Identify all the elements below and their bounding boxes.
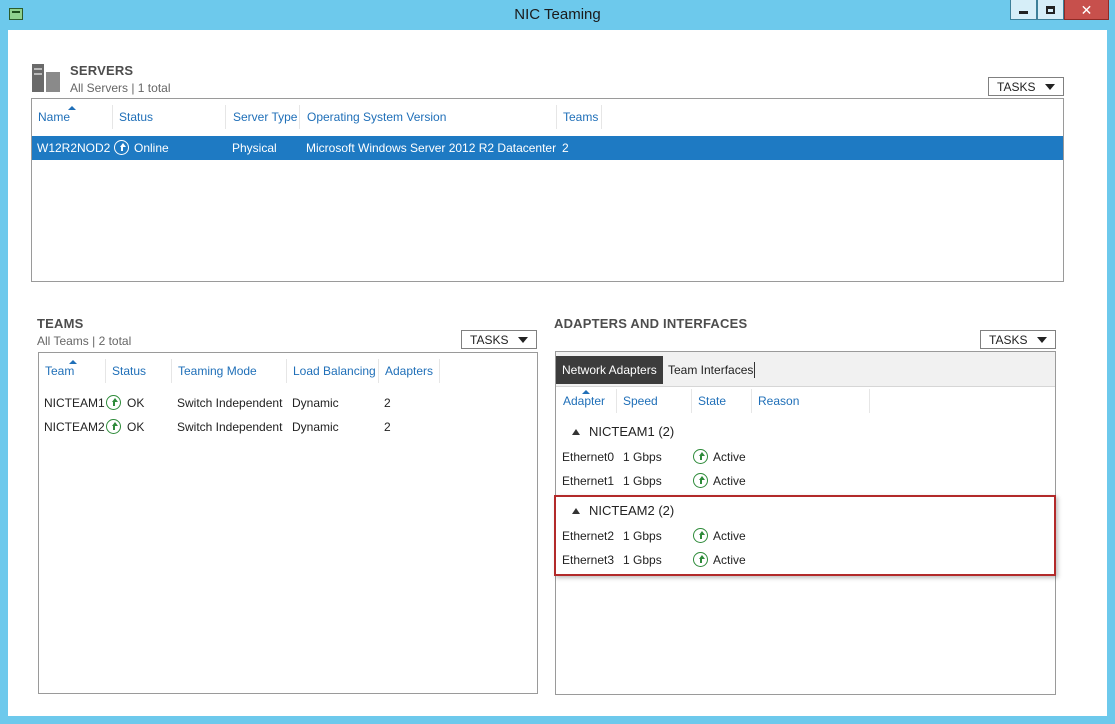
column-divider [286, 359, 287, 383]
tasks-label: TASKS [989, 332, 1028, 347]
column-header-reason[interactable]: Reason [758, 394, 799, 408]
column-header-state[interactable]: State [698, 394, 726, 408]
up-arrow-circle-icon [114, 140, 129, 155]
column-divider [601, 105, 602, 129]
column-header-status[interactable]: Status [112, 364, 146, 378]
server-name: W12R2NOD2 [37, 141, 111, 155]
adapter-speed: 1 Gbps [623, 450, 662, 464]
window-client-area: SERVERS All Servers | 1 total TASKS Name… [8, 30, 1107, 716]
maximize-icon [1046, 5, 1055, 14]
column-divider [691, 389, 692, 413]
server-type: Physical [232, 141, 277, 155]
adapters-tasks-dropdown[interactable]: TASKS [980, 330, 1056, 349]
column-divider [171, 359, 172, 383]
group-header-nicteam1[interactable]: NICTEAM1 (2) [589, 424, 674, 439]
up-arrow-circle-icon [693, 449, 708, 464]
column-divider [439, 359, 440, 383]
server-icon [32, 64, 60, 92]
column-divider [105, 359, 106, 383]
servers-title: SERVERS [70, 63, 134, 78]
column-header-teams[interactable]: Teams [563, 110, 598, 124]
column-divider [556, 105, 557, 129]
team-name: NICTEAM1 [44, 396, 105, 410]
servers-tasks-dropdown[interactable]: TASKS [988, 77, 1064, 96]
column-divider [378, 359, 379, 383]
adapter-name: Ethernet0 [562, 450, 615, 464]
close-icon: ✕ [1080, 1, 1093, 18]
team-status: OK [127, 420, 145, 434]
table-row[interactable]: Ethernet0 1 Gbps Active [556, 445, 1055, 469]
adapter-state: Active [713, 450, 746, 464]
team-teaming-mode: Switch Independent [177, 396, 283, 410]
servers-list[interactable]: Name Status Server Type Operating System… [31, 98, 1064, 282]
column-divider [616, 389, 617, 413]
column-header-adapters[interactable]: Adapters [385, 364, 433, 378]
column-header-server-type[interactable]: Server Type [233, 110, 297, 124]
title-bar: NIC Teaming ✕ [0, 0, 1115, 30]
teams-subtitle: All Teams | 2 total [37, 334, 132, 348]
team-load-balancing: Dynamic [292, 420, 339, 434]
column-header-name[interactable]: Name [38, 110, 70, 124]
up-arrow-circle-icon [106, 419, 121, 434]
server-teams-count: 2 [562, 141, 569, 155]
up-arrow-circle-icon [106, 395, 121, 410]
chevron-down-icon [518, 337, 528, 343]
column-divider [751, 389, 752, 413]
collapse-triangle-icon[interactable] [572, 429, 580, 435]
column-divider [299, 105, 300, 129]
adapter-name: Ethernet1 [562, 474, 615, 488]
column-header-adapter[interactable]: Adapter [563, 394, 605, 408]
team-name: NICTEAM2 [44, 420, 105, 434]
teams-title: TEAMS [37, 316, 84, 331]
minimize-icon [1019, 11, 1028, 14]
tab-divider [754, 362, 755, 378]
column-divider [112, 105, 113, 129]
up-arrow-circle-icon [693, 473, 708, 488]
close-button[interactable]: ✕ [1064, 0, 1109, 20]
column-header-os-version[interactable]: Operating System Version [307, 110, 446, 124]
adapter-speed: 1 Gbps [623, 474, 662, 488]
team-load-balancing: Dynamic [292, 396, 339, 410]
column-header-status[interactable]: Status [119, 110, 153, 124]
team-teaming-mode: Switch Independent [177, 420, 283, 434]
column-header-speed[interactable]: Speed [623, 394, 658, 408]
teams-tasks-dropdown[interactable]: TASKS [461, 330, 537, 349]
tasks-label: TASKS [470, 332, 509, 347]
table-row[interactable]: NICTEAM2 OK Switch Independent Dynamic 2 [39, 415, 537, 439]
servers-subtitle: All Servers | 1 total [70, 81, 171, 95]
tab-network-adapters[interactable]: Network Adapters [556, 356, 663, 384]
column-divider [225, 105, 226, 129]
teams-list[interactable]: Team Status Teaming Mode Load Balancing … [38, 352, 538, 694]
column-header-load-balancing[interactable]: Load Balancing [293, 364, 376, 378]
maximize-button[interactable] [1037, 0, 1064, 20]
server-os: Microsoft Windows Server 2012 R2 Datacen… [306, 141, 557, 155]
tasks-label: TASKS [997, 79, 1036, 94]
team-adapters-count: 2 [384, 396, 391, 410]
column-divider [869, 389, 870, 413]
table-row[interactable]: W12R2NOD2 Online Physical Microsoft Wind… [32, 136, 1063, 160]
table-row[interactable]: Ethernet1 1 Gbps Active [556, 469, 1055, 493]
window-title: NIC Teaming [514, 6, 601, 23]
adapters-title: ADAPTERS AND INTERFACES [554, 316, 748, 331]
column-header-teaming-mode[interactable]: Teaming Mode [178, 364, 257, 378]
table-row[interactable]: NICTEAM1 OK Switch Independent Dynamic 2 [39, 391, 537, 415]
highlight-box [554, 495, 1056, 576]
minimize-button[interactable] [1010, 0, 1037, 20]
team-adapters-count: 2 [384, 420, 391, 434]
team-status: OK [127, 396, 145, 410]
chevron-down-icon [1037, 337, 1047, 343]
column-header-team[interactable]: Team [45, 364, 74, 378]
tab-team-interfaces[interactable]: Team Interfaces [662, 356, 759, 384]
chevron-down-icon [1045, 84, 1055, 90]
server-status: Online [134, 141, 169, 155]
adapter-state: Active [713, 474, 746, 488]
